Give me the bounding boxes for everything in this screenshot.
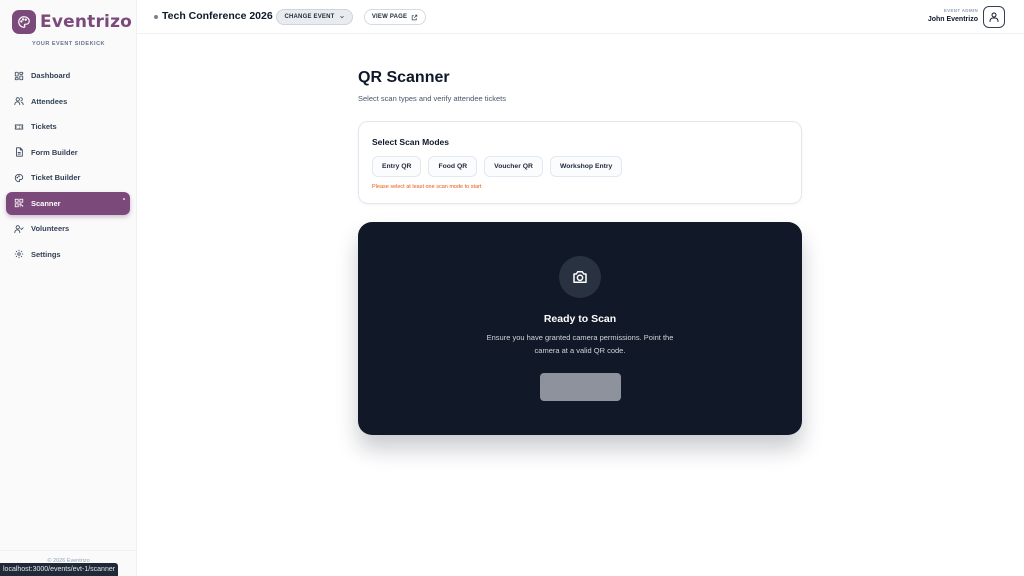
user-name: John Eventrizo xyxy=(927,16,978,23)
brand-logo-icon xyxy=(12,10,36,34)
sidebar-item-form-builder[interactable]: Form Builder xyxy=(6,141,130,164)
scan-modes-title: Select Scan Modes xyxy=(372,137,450,147)
external-link-icon xyxy=(411,14,418,20)
event-status-dot xyxy=(154,15,158,19)
user-check-icon xyxy=(13,223,24,234)
page-subtitle: Select scan types and verify attendee ti… xyxy=(358,94,506,103)
chevron-down-icon xyxy=(339,15,344,19)
mode-workshop-entry-button[interactable]: Workshop Entry xyxy=(549,156,623,177)
scanner-panel: Ready to Scan Ensure you have granted ca… xyxy=(358,222,802,435)
qr-icon xyxy=(13,198,24,209)
event-title: Tech Conference 2026 xyxy=(162,10,273,22)
scan-modes-options: Entry QR Food QR Voucher QR Workshop Ent… xyxy=(372,156,629,177)
status-bar-url: localhost:3000/events/evt-1/scanner xyxy=(0,563,119,576)
form-icon xyxy=(13,147,24,158)
camera-icon xyxy=(559,256,601,298)
user-role: EVENT ADMIN xyxy=(943,8,978,13)
ready-to-scan-description: Ensure you have granted camera permissio… xyxy=(486,333,674,355)
sidebar-item-attendees[interactable]: Attendees xyxy=(6,90,130,113)
page-title: QR Scanner xyxy=(358,69,450,86)
sidebar-item-ticket-builder[interactable]: Ticket Builder xyxy=(6,166,130,189)
ticket-icon xyxy=(13,121,24,132)
ready-to-scan-title: Ready to Scan xyxy=(543,313,617,325)
sidebar-item-label: Settings xyxy=(31,249,61,259)
sidebar-item-label: Ticket Builder xyxy=(31,173,81,182)
sidebar-item-label: Dashboard xyxy=(31,71,71,80)
sidebar-item-label: Attendees xyxy=(31,96,68,106)
start-scan-button[interactable] xyxy=(540,373,621,401)
top-header: Tech Conference 2026 CHANGE EVENT VIEW P… xyxy=(137,0,1024,34)
sidebar-item-label: Volunteers xyxy=(31,224,70,233)
dashboard-icon xyxy=(13,70,24,81)
scan-mode-warning: Please select at least one scan mode to … xyxy=(372,184,482,190)
view-page-label: VIEW PAGE xyxy=(371,14,408,20)
view-page-button[interactable]: VIEW PAGE xyxy=(364,9,426,25)
sidebar-item-label: Scanner xyxy=(31,198,61,208)
brand-tagline: YOUR EVENT SIDEKICK xyxy=(31,41,106,47)
user-icon xyxy=(989,12,999,22)
sidebar: Eventrizo YOUR EVENT SIDEKICK Dashboard … xyxy=(0,0,137,576)
sidebar-item-label: Form Builder xyxy=(31,147,78,157)
change-event-label: CHANGE EVENT xyxy=(284,14,335,20)
active-indicator-dot xyxy=(123,197,125,200)
mode-food-qr-button[interactable]: Food QR xyxy=(428,156,478,177)
sidebar-nav: Dashboard Attendees Tickets Form Builder… xyxy=(6,64,130,268)
change-event-button[interactable]: CHANGE EVENT xyxy=(276,9,353,25)
mode-entry-qr-button[interactable]: Entry QR xyxy=(372,156,422,177)
brand-name: Eventrizo xyxy=(40,12,133,32)
user-menu-button[interactable] xyxy=(983,6,1005,28)
sidebar-item-tickets[interactable]: Tickets xyxy=(6,115,130,138)
sidebar-item-volunteers[interactable]: Volunteers xyxy=(6,217,130,240)
palette-icon xyxy=(13,172,24,183)
users-icon xyxy=(13,96,24,107)
sidebar-item-label: Tickets xyxy=(31,122,57,131)
sidebar-item-scanner[interactable]: Scanner xyxy=(6,191,130,215)
mode-voucher-qr-button[interactable]: Voucher QR xyxy=(484,156,543,177)
scan-modes-card: Select Scan Modes Entry QR Food QR Vouch… xyxy=(358,121,802,204)
sidebar-item-dashboard[interactable]: Dashboard xyxy=(6,64,130,87)
sidebar-item-settings[interactable]: Settings xyxy=(6,243,130,266)
gear-icon xyxy=(13,249,24,260)
brand[interactable]: Eventrizo xyxy=(12,10,132,34)
